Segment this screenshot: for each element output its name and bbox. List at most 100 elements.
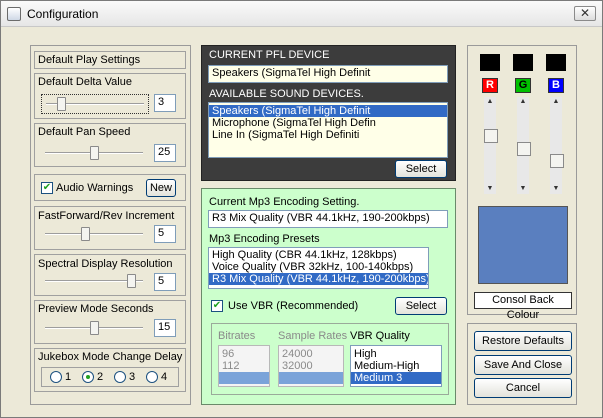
- spectral-slider[interactable]: [41, 272, 149, 290]
- mp3-preset-item[interactable]: R3 Mix Quality (VBR 44.1kHz, 190-200kbps…: [209, 273, 428, 285]
- preview-value-field[interactable]: 15: [154, 319, 176, 337]
- new-button[interactable]: New: [146, 179, 176, 197]
- spectral-value-field[interactable]: 5: [154, 273, 176, 291]
- delta-value-field[interactable]: 3: [154, 94, 176, 112]
- delta-slider[interactable]: [41, 94, 149, 114]
- bitrate-item[interactable]: 96: [219, 348, 269, 360]
- mp3-advanced-group: Bitrates 96 112 Sample Rates 24000 32000…: [211, 323, 449, 395]
- pfl-select-button[interactable]: Select: [395, 160, 447, 178]
- pan-slider-thumb[interactable]: [89, 146, 99, 160]
- blue-scroll-up-icon[interactable]: ▲: [550, 97, 562, 107]
- delta-label: Default Delta Value: [38, 76, 132, 88]
- preview-slider-thumb[interactable]: [89, 321, 99, 335]
- sample-rate-item[interactable]: [279, 372, 343, 384]
- window-title: Configuration: [27, 7, 99, 21]
- pan-slider[interactable]: [41, 144, 149, 162]
- mp3-presets-list[interactable]: High Quality (CBR 44.1kHz, 128kbps) Voic…: [208, 247, 429, 289]
- blue-scroll-down-icon[interactable]: ▼: [550, 184, 562, 194]
- sound-device-item[interactable]: Line In (SigmaTel High Definiti: [209, 129, 447, 141]
- mp3-encoding-panel: Current Mp3 Encoding Setting. R3 Mix Qua…: [201, 188, 456, 405]
- vbr-quality-item[interactable]: Medium 3: [351, 372, 441, 384]
- color-panel: R G B ▲ ▼ ▲ ▼ ▲ ▼ Consol Back Colour: [467, 45, 577, 321]
- green-scroll-down-icon[interactable]: ▼: [517, 184, 529, 194]
- spectral-label: Spectral Display Resolution: [38, 258, 173, 270]
- green-scroll-thumb[interactable]: [517, 141, 531, 156]
- bitrate-item[interactable]: [219, 372, 269, 384]
- bitrates-label: Bitrates: [218, 330, 256, 342]
- mp3-preset-item[interactable]: Voice Quality (VBR 32kHz, 100-140kbps): [209, 261, 428, 273]
- mp3-current-label: Current Mp3 Encoding Setting.: [209, 196, 360, 208]
- pfl-available-label: AVAILABLE SOUND DEVICES.: [209, 88, 364, 100]
- jukebox-radio-2[interactable]: [82, 371, 94, 383]
- actions-panel: Restore Defaults Save And Close Cancel: [467, 323, 577, 405]
- sample-rates-label: Sample Rates: [278, 330, 348, 342]
- pan-label: Default Pan Speed: [38, 126, 131, 138]
- jukebox-radio-3[interactable]: [114, 371, 126, 383]
- blue-scroll-thumb[interactable]: [550, 154, 564, 169]
- sample-rate-item[interactable]: 32000: [279, 360, 343, 372]
- sound-device-item[interactable]: Speakers (SigmaTel High Definit: [209, 105, 447, 117]
- ffrev-slider-track: [45, 233, 143, 235]
- green-swatch: [513, 54, 533, 71]
- ffrev-slider[interactable]: [41, 225, 149, 243]
- mp3-presets-label: Mp3 Encoding Presets: [209, 233, 320, 245]
- restore-defaults-button[interactable]: Restore Defaults: [474, 331, 572, 351]
- vbr-quality-label: VBR Quality: [350, 330, 410, 342]
- jukebox-radio-1[interactable]: [50, 371, 62, 383]
- pfl-device-panel: CURRENT PFL DEVICE Speakers (SigmaTel Hi…: [201, 45, 456, 181]
- jukebox-radio-4[interactable]: [146, 371, 158, 383]
- vbr-quality-item[interactable]: High: [351, 348, 441, 360]
- jukebox-label: Jukebox Mode Change Delay: [38, 351, 183, 363]
- pan-value-field[interactable]: 25: [154, 144, 176, 162]
- delta-slider-thumb[interactable]: [56, 97, 66, 111]
- sample-rate-item[interactable]: 24000: [279, 348, 343, 360]
- blue-channel-label: B: [548, 78, 564, 93]
- ffrev-slider-thumb[interactable]: [80, 227, 90, 241]
- audio-warnings-group: ✔ Audio Warnings New: [34, 174, 186, 201]
- sample-rates-list[interactable]: 24000 32000: [278, 345, 344, 387]
- color-preview: [478, 206, 568, 284]
- spectral-slider-thumb[interactable]: [126, 274, 136, 288]
- close-button[interactable]: ✕: [574, 6, 596, 21]
- red-scroll-down-icon[interactable]: ▼: [484, 184, 496, 194]
- pfl-current-value[interactable]: Speakers (SigmaTel High Definit: [208, 65, 448, 83]
- red-scroll-thumb[interactable]: [484, 129, 498, 144]
- ffrev-label: FastForward/Rev Increment: [38, 210, 175, 222]
- save-and-close-button[interactable]: Save And Close: [474, 355, 572, 375]
- mp3-select-button[interactable]: Select: [395, 297, 447, 315]
- red-swatch: [480, 54, 500, 71]
- vbr-quality-item[interactable]: Medium-High: [351, 360, 441, 372]
- bitrate-item[interactable]: 112: [219, 360, 269, 372]
- use-vbr-checkbox[interactable]: ✔: [211, 300, 223, 312]
- ffrev-group: FastForward/Rev Increment 5: [34, 206, 186, 250]
- jukebox-group: Jukebox Mode Change Delay 1 2 3 4: [34, 348, 186, 392]
- pfl-current-label: CURRENT PFL DEVICE: [209, 49, 330, 61]
- green-scroll-up-icon[interactable]: ▲: [517, 97, 529, 107]
- sound-devices-list[interactable]: Speakers (SigmaTel High Definit Micropho…: [208, 102, 448, 158]
- bitrates-list[interactable]: 96 112: [218, 345, 270, 387]
- use-vbr-label: Use VBR (Recommended): [228, 300, 359, 312]
- cancel-button[interactable]: Cancel: [474, 378, 572, 398]
- red-scrollbar[interactable]: ▲ ▼: [484, 97, 498, 194]
- preview-slider[interactable]: [41, 319, 149, 337]
- configuration-window: Configuration ✕ Default Play Settings De…: [0, 0, 603, 418]
- jukebox-radio-3-label: 3: [129, 371, 136, 383]
- green-channel-label: G: [515, 78, 531, 93]
- title-bar[interactable]: Configuration ✕: [1, 1, 602, 27]
- green-scrollbar[interactable]: ▲ ▼: [517, 97, 531, 194]
- app-icon: [7, 7, 21, 21]
- mp3-current-value[interactable]: R3 Mix Quality (VBR 44.1kHz, 190-200kbps…: [208, 210, 448, 228]
- jukebox-radio-4-label: 4: [161, 371, 168, 383]
- blue-scrollbar[interactable]: ▲ ▼: [550, 97, 564, 194]
- mp3-preset-item[interactable]: High Quality (CBR 44.1kHz, 128kbps): [209, 249, 428, 261]
- spectral-group: Spectral Display Resolution 5: [34, 254, 186, 296]
- audio-warnings-label: Audio Warnings: [56, 182, 134, 194]
- jukebox-radio-2-label: 2: [97, 371, 104, 383]
- default-play-header-box: Default Play Settings: [34, 51, 186, 69]
- sound-device-item[interactable]: Microphone (SigmaTel High Defin: [209, 117, 447, 129]
- jukebox-radio-group: 1 2 3 4: [41, 367, 179, 387]
- red-scroll-up-icon[interactable]: ▲: [484, 97, 496, 107]
- vbr-quality-list[interactable]: High Medium-High Medium 3: [350, 345, 442, 387]
- ffrev-value-field[interactable]: 5: [154, 225, 176, 243]
- audio-warnings-checkbox[interactable]: ✔: [41, 182, 53, 194]
